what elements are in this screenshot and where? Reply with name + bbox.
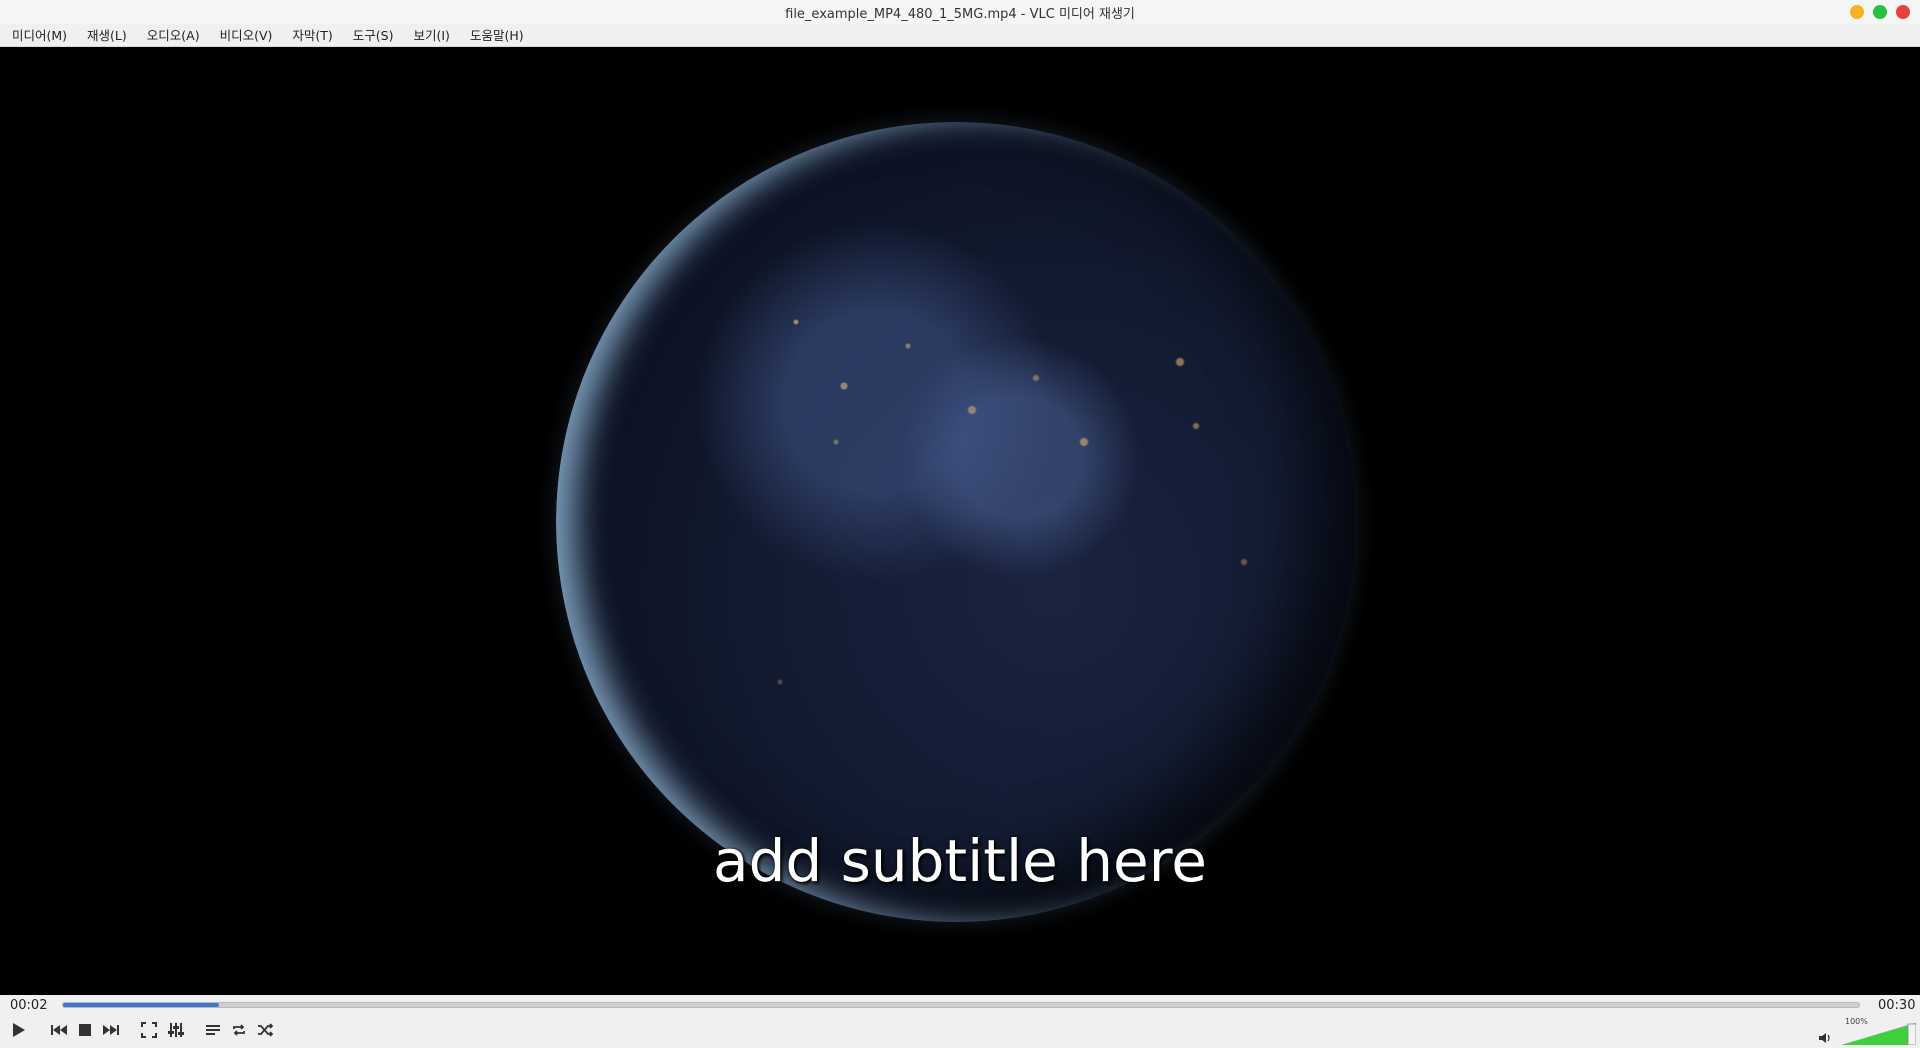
menu-video[interactable]: 비디오(V)	[212, 24, 281, 47]
window-title: file_example_MP4_480_1_5MG.mp4 - VLC 미디어…	[785, 6, 1135, 22]
seek-slider[interactable]	[62, 1002, 1860, 1008]
volume-control[interactable]: 100%	[1818, 1017, 1918, 1045]
seek-row: 00:02 00:30	[0, 995, 1920, 1015]
menu-help[interactable]: 도움말(H)	[462, 24, 532, 47]
next-icon	[102, 1023, 120, 1037]
extended-settings-button[interactable]	[164, 1017, 188, 1043]
title-bar: file_example_MP4_480_1_5MG.mp4 - VLC 미디어…	[0, 0, 1920, 24]
control-panel: 00:02 00:30 100%	[0, 995, 1920, 1047]
maximize-button[interactable]	[1873, 5, 1887, 19]
play-button[interactable]	[6, 1017, 30, 1043]
loop-button[interactable]	[227, 1017, 251, 1043]
volume-slider[interactable]	[1842, 1023, 1916, 1045]
speaker-icon[interactable]	[1818, 1029, 1832, 1048]
close-button[interactable]	[1896, 5, 1910, 19]
button-row	[0, 1015, 1920, 1047]
playlist-button[interactable]	[201, 1017, 225, 1043]
video-frame-earth	[556, 122, 1356, 922]
fullscreen-icon	[141, 1022, 157, 1038]
menu-bar: 미디어(M) 재생(L) 오디오(A) 비디오(V) 자막(T) 도구(S) 보…	[0, 24, 1920, 47]
menu-audio[interactable]: 오디오(A)	[139, 24, 208, 47]
previous-icon	[50, 1023, 68, 1037]
fullscreen-button[interactable]	[137, 1017, 161, 1043]
previous-button[interactable]	[47, 1017, 71, 1043]
loop-icon	[231, 1022, 247, 1038]
minimize-button[interactable]	[1850, 5, 1864, 19]
menu-subtitle[interactable]: 자막(T)	[284, 24, 340, 47]
window-controls	[1850, 5, 1910, 19]
total-time: 00:30	[1878, 998, 1916, 1013]
stop-icon	[79, 1024, 91, 1036]
next-button[interactable]	[99, 1017, 123, 1043]
elapsed-time: 00:02	[10, 998, 48, 1013]
menu-tools[interactable]: 도구(S)	[345, 24, 402, 47]
menu-playback[interactable]: 재생(L)	[79, 24, 135, 47]
video-area[interactable]: add subtitle here	[0, 47, 1920, 995]
seek-progress	[63, 1003, 219, 1007]
play-icon	[9, 1021, 27, 1039]
subtitle-text: add subtitle here	[713, 827, 1207, 895]
volume-handle[interactable]	[1907, 1023, 1916, 1045]
extended-settings-icon	[168, 1022, 184, 1038]
shuffle-button[interactable]	[253, 1017, 277, 1043]
menu-view[interactable]: 보기(I)	[405, 24, 457, 47]
stop-button[interactable]	[73, 1017, 97, 1043]
shuffle-icon	[257, 1022, 273, 1038]
menu-media[interactable]: 미디어(M)	[4, 24, 75, 47]
playlist-icon	[205, 1022, 221, 1038]
